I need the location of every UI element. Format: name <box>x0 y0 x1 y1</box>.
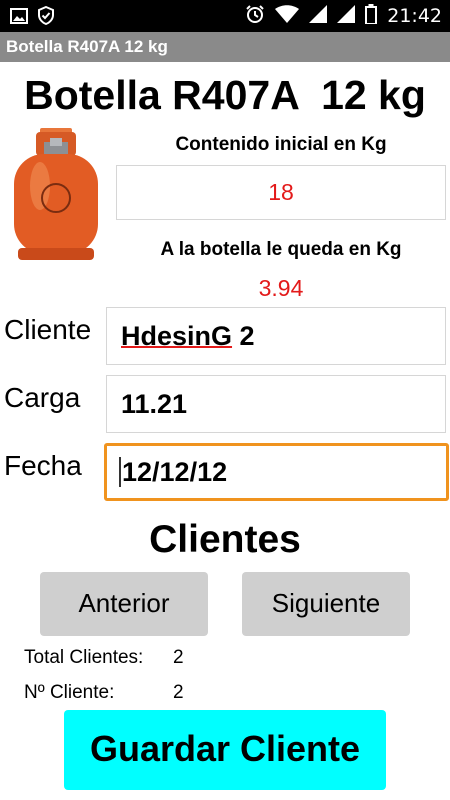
wifi-icon <box>275 4 300 28</box>
alarm-icon <box>245 4 265 29</box>
next-button[interactable]: Siguiente <box>242 572 410 636</box>
total-clients-label: Total Clientes: <box>24 647 144 668</box>
cliente-input-word: HdesinG <box>121 321 233 351</box>
client-number-label: Nº Cliente: <box>24 682 115 703</box>
carga-input[interactable]: 11.21 <box>106 375 446 433</box>
image-icon <box>10 7 28 29</box>
client-number-value: 2 <box>173 682 184 703</box>
fecha-input-value: 12/12/12 <box>122 457 228 487</box>
signal-icon <box>309 4 328 28</box>
fecha-label: Fecha <box>4 450 82 481</box>
save-client-button[interactable]: Guardar Cliente <box>64 710 386 790</box>
remaining-label: A la botella le queda en Kg <box>160 239 402 260</box>
initial-content-value: 18 <box>116 165 446 220</box>
title-bar: Botella R407A 12 kg <box>0 32 450 62</box>
cliente-label: Cliente <box>4 314 92 345</box>
clients-heading: Clientes <box>149 518 301 561</box>
previous-button[interactable]: Anterior <box>40 572 208 636</box>
fecha-input[interactable]: 12/12/12 <box>104 443 449 501</box>
shield-check-icon <box>38 5 54 30</box>
initial-content-label: Contenido inicial en Kg <box>175 134 387 155</box>
signal-secondary-icon <box>337 4 356 28</box>
status-time: 21:42 <box>387 5 442 27</box>
cliente-input-number: 2 <box>232 321 255 351</box>
cliente-input[interactable]: HdesinG 2 <box>106 307 446 365</box>
total-clients-value: 2 <box>173 647 184 668</box>
carga-label: Carga <box>4 382 81 413</box>
text-cursor <box>119 456 121 487</box>
remaining-value: 3.94 <box>258 275 304 301</box>
battery-icon <box>365 3 378 29</box>
status-bar: 21:42 <box>0 0 450 32</box>
page-title: Botella R407A 12 kg <box>24 72 426 118</box>
refrigerant-bottle-image <box>10 124 102 264</box>
